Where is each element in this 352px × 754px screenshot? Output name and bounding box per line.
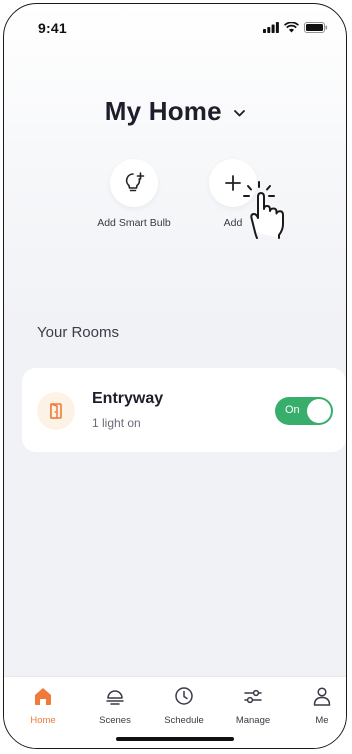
wifi-icon bbox=[284, 22, 299, 33]
add-smart-bulb-button[interactable]: Add Smart Bulb bbox=[79, 159, 189, 229]
plus-icon bbox=[225, 175, 241, 191]
room-name: Entryway bbox=[92, 390, 164, 407]
tab-scenes-label: Scenes bbox=[99, 715, 131, 726]
tab-me[interactable]: Me bbox=[292, 685, 346, 726]
user-icon bbox=[313, 687, 331, 706]
clock-icon bbox=[175, 687, 193, 705]
room-power-toggle[interactable]: On bbox=[275, 397, 333, 425]
tab-home[interactable]: Home bbox=[13, 685, 73, 726]
add-smart-bulb-circle bbox=[110, 159, 158, 207]
battery-icon bbox=[304, 22, 328, 33]
tab-manage[interactable]: Manage bbox=[223, 685, 283, 726]
status-bar: 9:41 bbox=[4, 4, 346, 48]
phone-frame: 9:41 My Home Add Smart Bulb Add Your Roo… bbox=[3, 3, 347, 749]
home-icon bbox=[35, 688, 51, 705]
room-status: 1 light on bbox=[92, 416, 141, 430]
tab-bar: Home Scenes Schedule Manage Me bbox=[4, 676, 346, 748]
tab-home-label: Home bbox=[30, 715, 56, 726]
tab-manage-label: Manage bbox=[235, 715, 271, 726]
bulb-plus-icon bbox=[125, 172, 145, 192]
tab-scenes[interactable]: Scenes bbox=[85, 685, 145, 726]
signal-icon bbox=[263, 22, 279, 33]
tab-schedule[interactable]: Schedule bbox=[154, 685, 214, 726]
home-selector[interactable]: My Home bbox=[4, 96, 346, 127]
tab-me-label: Me bbox=[315, 715, 329, 726]
chevron-down-icon bbox=[234, 110, 246, 117]
sliders-icon bbox=[244, 689, 262, 704]
toggle-knob bbox=[307, 399, 331, 423]
toggle-label: On bbox=[285, 404, 300, 416]
scenes-icon bbox=[106, 690, 124, 705]
door-icon bbox=[37, 392, 75, 430]
status-time: 9:41 bbox=[38, 20, 67, 36]
rooms-section-title: Your Rooms bbox=[37, 324, 119, 341]
home-indicator bbox=[116, 737, 234, 741]
status-icons bbox=[263, 22, 328, 33]
tab-schedule-label: Schedule bbox=[164, 715, 204, 726]
tap-pointer-icon bbox=[243, 181, 284, 239]
add-smart-bulb-label: Add Smart Bulb bbox=[97, 217, 171, 229]
room-card-entryway[interactable]: Entryway 1 light on On bbox=[22, 368, 346, 452]
page-title: My Home bbox=[104, 96, 222, 126]
